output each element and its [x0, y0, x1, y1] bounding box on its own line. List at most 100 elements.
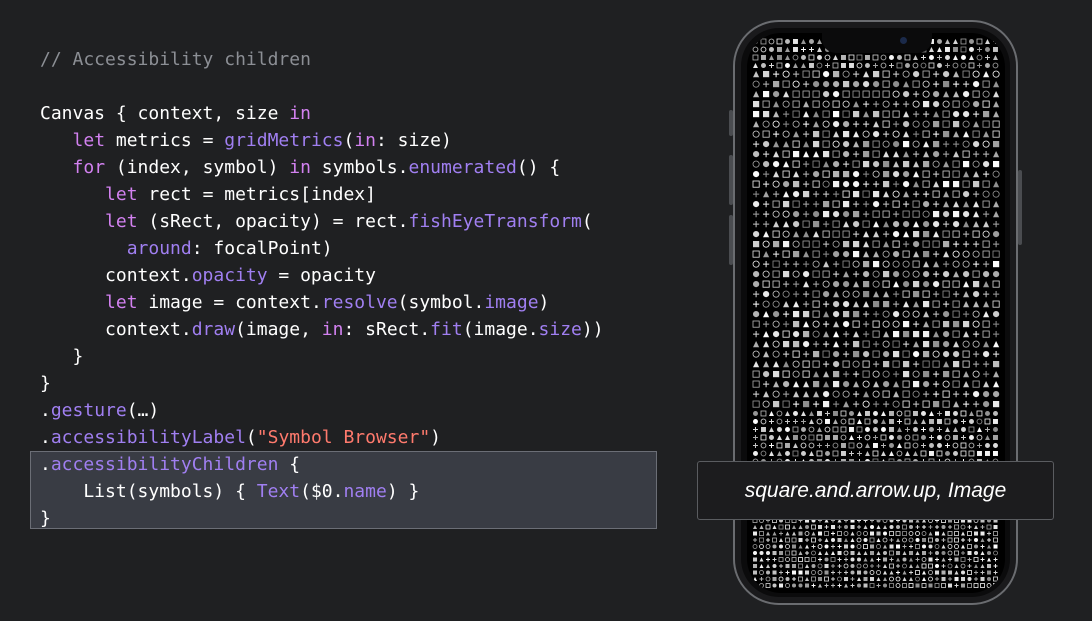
symbol-glyph[interactable] — [973, 141, 980, 148]
symbol-glyph[interactable] — [853, 341, 860, 348]
symbol-glyph[interactable] — [892, 240, 900, 248]
symbol-glyph[interactable] — [933, 211, 940, 218]
symbol-glyph[interactable] — [913, 221, 920, 228]
symbol-glyph[interactable] — [802, 220, 810, 228]
symbol-glyph[interactable] — [833, 311, 840, 318]
symbol-glyph[interactable] — [844, 570, 849, 575]
symbol-glyph[interactable] — [980, 531, 985, 536]
symbol-glyph[interactable] — [865, 411, 870, 416]
symbol-glyph[interactable] — [963, 191, 970, 198]
symbol-glyph[interactable] — [840, 410, 847, 417]
symbol-glyph[interactable] — [945, 39, 950, 44]
symbol-glyph[interactable] — [863, 121, 870, 128]
symbol-glyph[interactable] — [942, 400, 950, 408]
symbol-glyph[interactable] — [954, 557, 959, 562]
symbol-glyph[interactable] — [752, 160, 760, 168]
symbol-glyph[interactable] — [928, 583, 933, 588]
symbol-glyph[interactable] — [833, 91, 840, 98]
symbol-glyph[interactable] — [893, 391, 900, 398]
symbol-glyph[interactable] — [813, 401, 820, 408]
symbol-glyph[interactable] — [912, 442, 919, 449]
symbol-glyph[interactable] — [883, 351, 890, 358]
symbol-glyph[interactable] — [811, 550, 816, 556]
symbol-glyph[interactable] — [944, 418, 951, 425]
symbol-glyph[interactable] — [763, 191, 770, 198]
symbol-glyph[interactable] — [837, 531, 842, 536]
symbol-glyph[interactable] — [941, 538, 946, 543]
symbol-glyph[interactable] — [822, 120, 830, 128]
symbol-glyph[interactable] — [977, 451, 982, 456]
symbol-glyph[interactable] — [992, 130, 1000, 138]
symbol-glyph[interactable] — [993, 261, 1000, 268]
symbol-glyph[interactable] — [883, 231, 890, 238]
symbol-glyph[interactable] — [993, 371, 1000, 378]
symbol-glyph[interactable] — [973, 391, 980, 398]
symbol-glyph[interactable] — [782, 370, 790, 378]
symbol-glyph[interactable] — [785, 531, 790, 536]
symbol-glyph[interactable] — [809, 451, 814, 456]
symbol-glyph[interactable] — [853, 401, 860, 408]
symbol-glyph[interactable] — [933, 251, 940, 258]
symbol-glyph[interactable] — [954, 531, 959, 536]
symbol-glyph[interactable] — [893, 311, 900, 318]
symbol-glyph[interactable] — [969, 39, 974, 44]
symbol-glyph[interactable] — [993, 81, 1000, 88]
symbol-glyph[interactable] — [783, 391, 790, 398]
symbol-glyph[interactable] — [803, 191, 810, 198]
symbol-glyph[interactable] — [960, 524, 966, 530]
symbol-glyph[interactable] — [980, 544, 985, 549]
symbol-glyph[interactable] — [779, 564, 784, 569]
symbol-glyph[interactable] — [753, 557, 758, 562]
symbol-glyph[interactable] — [948, 557, 953, 562]
symbol-glyph[interactable] — [992, 300, 1000, 308]
symbol-glyph[interactable] — [772, 300, 780, 308]
symbol-glyph[interactable] — [792, 577, 797, 582]
symbol-glyph[interactable] — [973, 121, 980, 128]
symbol-glyph[interactable] — [873, 291, 880, 298]
symbol-glyph[interactable] — [969, 55, 974, 60]
symbol-glyph[interactable] — [932, 350, 940, 358]
symbol-glyph[interactable] — [973, 291, 980, 298]
symbol-glyph[interactable] — [843, 401, 850, 408]
symbol-glyph[interactable] — [961, 55, 966, 60]
symbol-glyph[interactable] — [923, 151, 930, 158]
symbol-glyph[interactable] — [793, 381, 800, 388]
symbol-glyph[interactable] — [793, 131, 800, 138]
symbol-glyph[interactable] — [933, 291, 940, 298]
symbol-glyph[interactable] — [762, 300, 770, 308]
symbol-glyph[interactable] — [902, 583, 907, 588]
symbol-glyph[interactable] — [779, 538, 784, 543]
symbol-glyph[interactable] — [843, 161, 850, 168]
symbol-glyph[interactable] — [818, 583, 823, 588]
symbol-glyph[interactable] — [889, 544, 894, 549]
symbol-glyph[interactable] — [769, 47, 774, 52]
symbol-glyph[interactable] — [803, 261, 810, 268]
symbol-glyph[interactable] — [792, 120, 800, 128]
symbol-glyph[interactable] — [853, 101, 860, 108]
symbol-glyph[interactable] — [763, 261, 770, 268]
symbol-glyph[interactable] — [893, 331, 900, 338]
symbol-glyph[interactable] — [833, 251, 840, 258]
symbol-glyph[interactable] — [753, 221, 760, 228]
symbol-glyph[interactable] — [808, 426, 815, 433]
symbol-glyph[interactable] — [893, 251, 900, 258]
symbol-glyph[interactable] — [943, 241, 950, 248]
symbol-glyph[interactable] — [892, 400, 900, 408]
symbol-glyph[interactable] — [802, 360, 810, 368]
symbol-glyph[interactable] — [993, 570, 998, 575]
symbol-glyph[interactable] — [983, 221, 990, 228]
symbol-glyph[interactable] — [945, 47, 950, 52]
symbol-glyph[interactable] — [904, 410, 911, 417]
symbol-glyph[interactable] — [833, 161, 840, 168]
symbol-glyph[interactable] — [961, 544, 966, 549]
symbol-glyph[interactable] — [753, 564, 758, 569]
symbol-glyph[interactable] — [849, 451, 854, 456]
symbol-glyph[interactable] — [849, 435, 854, 440]
symbol-glyph[interactable] — [982, 120, 990, 128]
symbol-glyph[interactable] — [896, 410, 903, 417]
symbol-glyph[interactable] — [870, 544, 875, 549]
symbol-glyph[interactable] — [811, 557, 816, 562]
symbol-glyph[interactable] — [805, 577, 810, 582]
symbol-glyph[interactable] — [921, 435, 926, 440]
symbol-glyph[interactable] — [792, 570, 797, 575]
